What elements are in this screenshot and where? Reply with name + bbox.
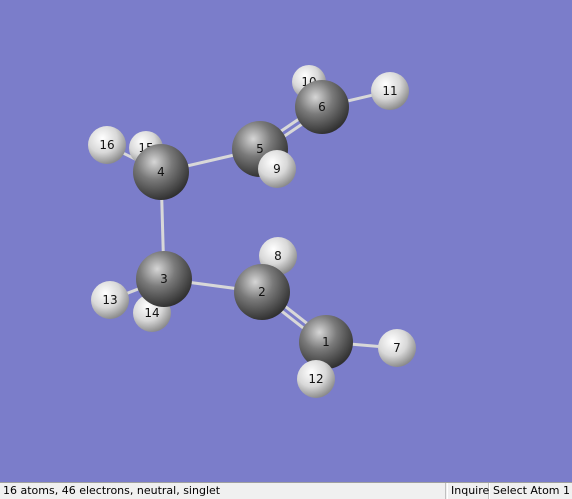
atom-label: 6: [318, 100, 326, 114]
atom-label: 13: [102, 293, 117, 307]
action-hint: Select Atom 1: [489, 483, 572, 499]
atom-13[interactable]: 13: [91, 281, 129, 319]
atoms-layer[interactable]: 10151465911164313821 712: [88, 65, 416, 398]
atom-16[interactable]: 16: [88, 126, 126, 164]
atom-2[interactable]: 2: [234, 264, 290, 320]
atom-6[interactable]: 6: [295, 80, 349, 134]
atom-4[interactable]: 4: [133, 144, 189, 200]
atom-label: 4: [157, 165, 165, 179]
atom-12[interactable]: 12: [297, 360, 335, 398]
atom-label: 16: [99, 138, 114, 152]
atom-9[interactable]: 9: [258, 150, 296, 188]
atom-label: 2: [258, 285, 266, 299]
atom-label: 12: [308, 372, 323, 386]
atom-label: 3: [160, 272, 168, 286]
atom-label: 8: [274, 249, 282, 263]
molecule-viewport[interactable]: 10 15 14 6 5 9 11 16 4 3 13 8 2 1 7 12: [0, 0, 572, 482]
atom-label: 14: [144, 306, 159, 320]
mode-indicator: Inquire: [447, 483, 489, 499]
atom-1[interactable]: 1: [299, 315, 353, 369]
atom-7[interactable]: 7: [378, 329, 416, 367]
atom-label: 5: [256, 142, 264, 156]
atom-label: 1: [322, 335, 330, 349]
atom-11[interactable]: 11: [371, 72, 409, 110]
atom-label: 9: [273, 162, 281, 176]
atom-label: 11: [382, 84, 397, 98]
molecule-canvas[interactable]: 10151465911164313821 712: [0, 0, 572, 482]
molecule-info-text: 16 atoms, 46 electrons, neutral, singlet: [0, 483, 446, 499]
atom-label: 7: [393, 341, 401, 355]
atom-3[interactable]: 3: [136, 251, 192, 307]
status-bar: 16 atoms, 46 electrons, neutral, singlet…: [0, 482, 572, 499]
